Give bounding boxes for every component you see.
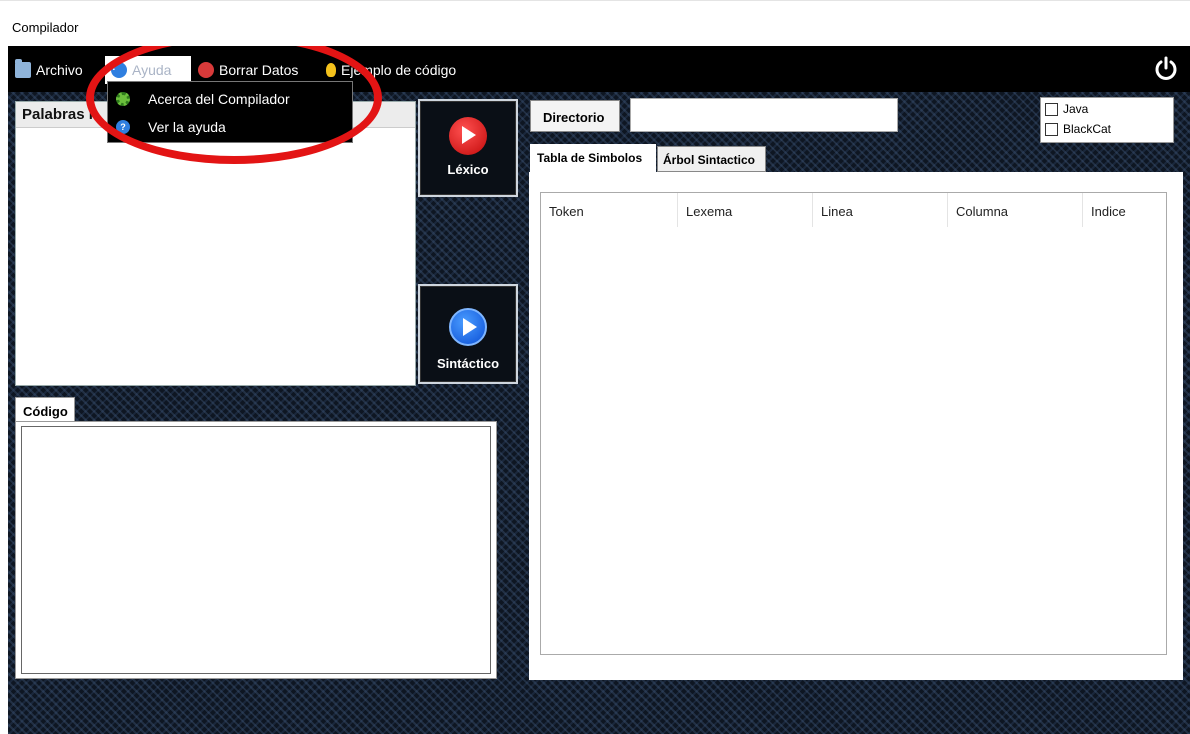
directorio-input[interactable] bbox=[630, 98, 898, 132]
lexico-button-label: Léxico bbox=[447, 162, 489, 177]
menu-archivo[interactable]: Archivo bbox=[15, 56, 83, 84]
help-icon: ? bbox=[111, 62, 127, 78]
folder-icon bbox=[15, 59, 31, 78]
tab-codigo-label: Código bbox=[23, 404, 68, 419]
table-header: Token Lexema Linea Columna Indice bbox=[541, 193, 1166, 227]
palabras-title: Palabras r bbox=[22, 106, 95, 123]
menu-ejemplo-label: Ejemplo de código bbox=[341, 62, 457, 78]
lexico-button[interactable]: Léxico bbox=[418, 99, 518, 197]
lightbulb-icon bbox=[326, 63, 336, 77]
language-options: Java BlackCat bbox=[1040, 97, 1174, 143]
sintactico-button-label: Sintáctico bbox=[436, 356, 500, 371]
play-icon bbox=[449, 117, 487, 155]
java-checkbox[interactable]: Java bbox=[1045, 102, 1088, 116]
column-header-lexema[interactable]: Lexema bbox=[678, 193, 813, 227]
tab-arbol-label: Árbol Sintactico bbox=[663, 153, 756, 167]
menu-ejemplo-codigo[interactable]: Ejemplo de código bbox=[326, 56, 456, 84]
column-header-columna[interactable]: Columna bbox=[948, 193, 1083, 227]
blackcat-label: BlackCat bbox=[1063, 122, 1112, 136]
menu-item-ver-ayuda-label: Ver la ayuda bbox=[148, 119, 226, 135]
power-icon[interactable] bbox=[1152, 55, 1180, 83]
palabras-panel: Palabras r bbox=[15, 101, 416, 386]
column-header-linea[interactable]: Linea bbox=[813, 193, 948, 227]
menu-borrar-datos[interactable]: Borrar Datos bbox=[198, 56, 298, 84]
tab-tabla-simbolos[interactable]: Tabla de Simbolos bbox=[530, 144, 656, 172]
blackcat-checkbox[interactable]: BlackCat bbox=[1045, 122, 1111, 136]
column-header-token[interactable]: Token bbox=[541, 193, 678, 227]
symbol-table[interactable]: Token Lexema Linea Columna Indice bbox=[540, 192, 1167, 655]
checkbox-icon bbox=[1045, 122, 1058, 136]
ayuda-dropdown-menu: Acerca del Compilador ? Ver la ayuda bbox=[107, 81, 353, 143]
sintactico-button[interactable]: Sintáctico bbox=[418, 284, 518, 384]
trash-icon bbox=[198, 62, 214, 78]
gear-icon bbox=[116, 92, 130, 106]
codigo-textarea[interactable] bbox=[21, 426, 491, 674]
tab-simbolos-label: Tabla de Simbolos bbox=[537, 151, 643, 165]
directorio-button[interactable]: Directorio bbox=[530, 100, 620, 132]
app-window: Archivo ? Ayuda Borrar Datos Ejemplo de … bbox=[8, 46, 1190, 734]
tab-arbol-sintactico[interactable]: Árbol Sintactico bbox=[657, 146, 766, 172]
menu-item-ver-ayuda[interactable]: ? Ver la ayuda bbox=[108, 113, 352, 141]
column-header-indice[interactable]: Indice bbox=[1083, 193, 1163, 227]
directorio-button-label: Directorio bbox=[543, 110, 605, 125]
play-icon bbox=[449, 308, 487, 346]
palabras-list[interactable] bbox=[16, 129, 415, 385]
menu-item-acerca[interactable]: Acerca del Compilador bbox=[108, 85, 352, 113]
java-label: Java bbox=[1063, 102, 1089, 116]
menu-ayuda-label: Ayuda bbox=[132, 62, 172, 78]
help-icon: ? bbox=[116, 120, 130, 134]
title-bar: Compilador bbox=[0, 0, 1190, 46]
menu-archivo-label: Archivo bbox=[36, 62, 83, 78]
checkbox-icon bbox=[1045, 102, 1058, 116]
results-panel: Token Lexema Linea Columna Indice bbox=[529, 172, 1183, 680]
menu-ayuda[interactable]: ? Ayuda bbox=[105, 56, 191, 84]
menu-borrar-label: Borrar Datos bbox=[219, 62, 299, 78]
window-title: Compilador bbox=[12, 20, 79, 35]
menu-item-acerca-label: Acerca del Compilador bbox=[148, 91, 290, 107]
codigo-panel bbox=[15, 421, 497, 679]
